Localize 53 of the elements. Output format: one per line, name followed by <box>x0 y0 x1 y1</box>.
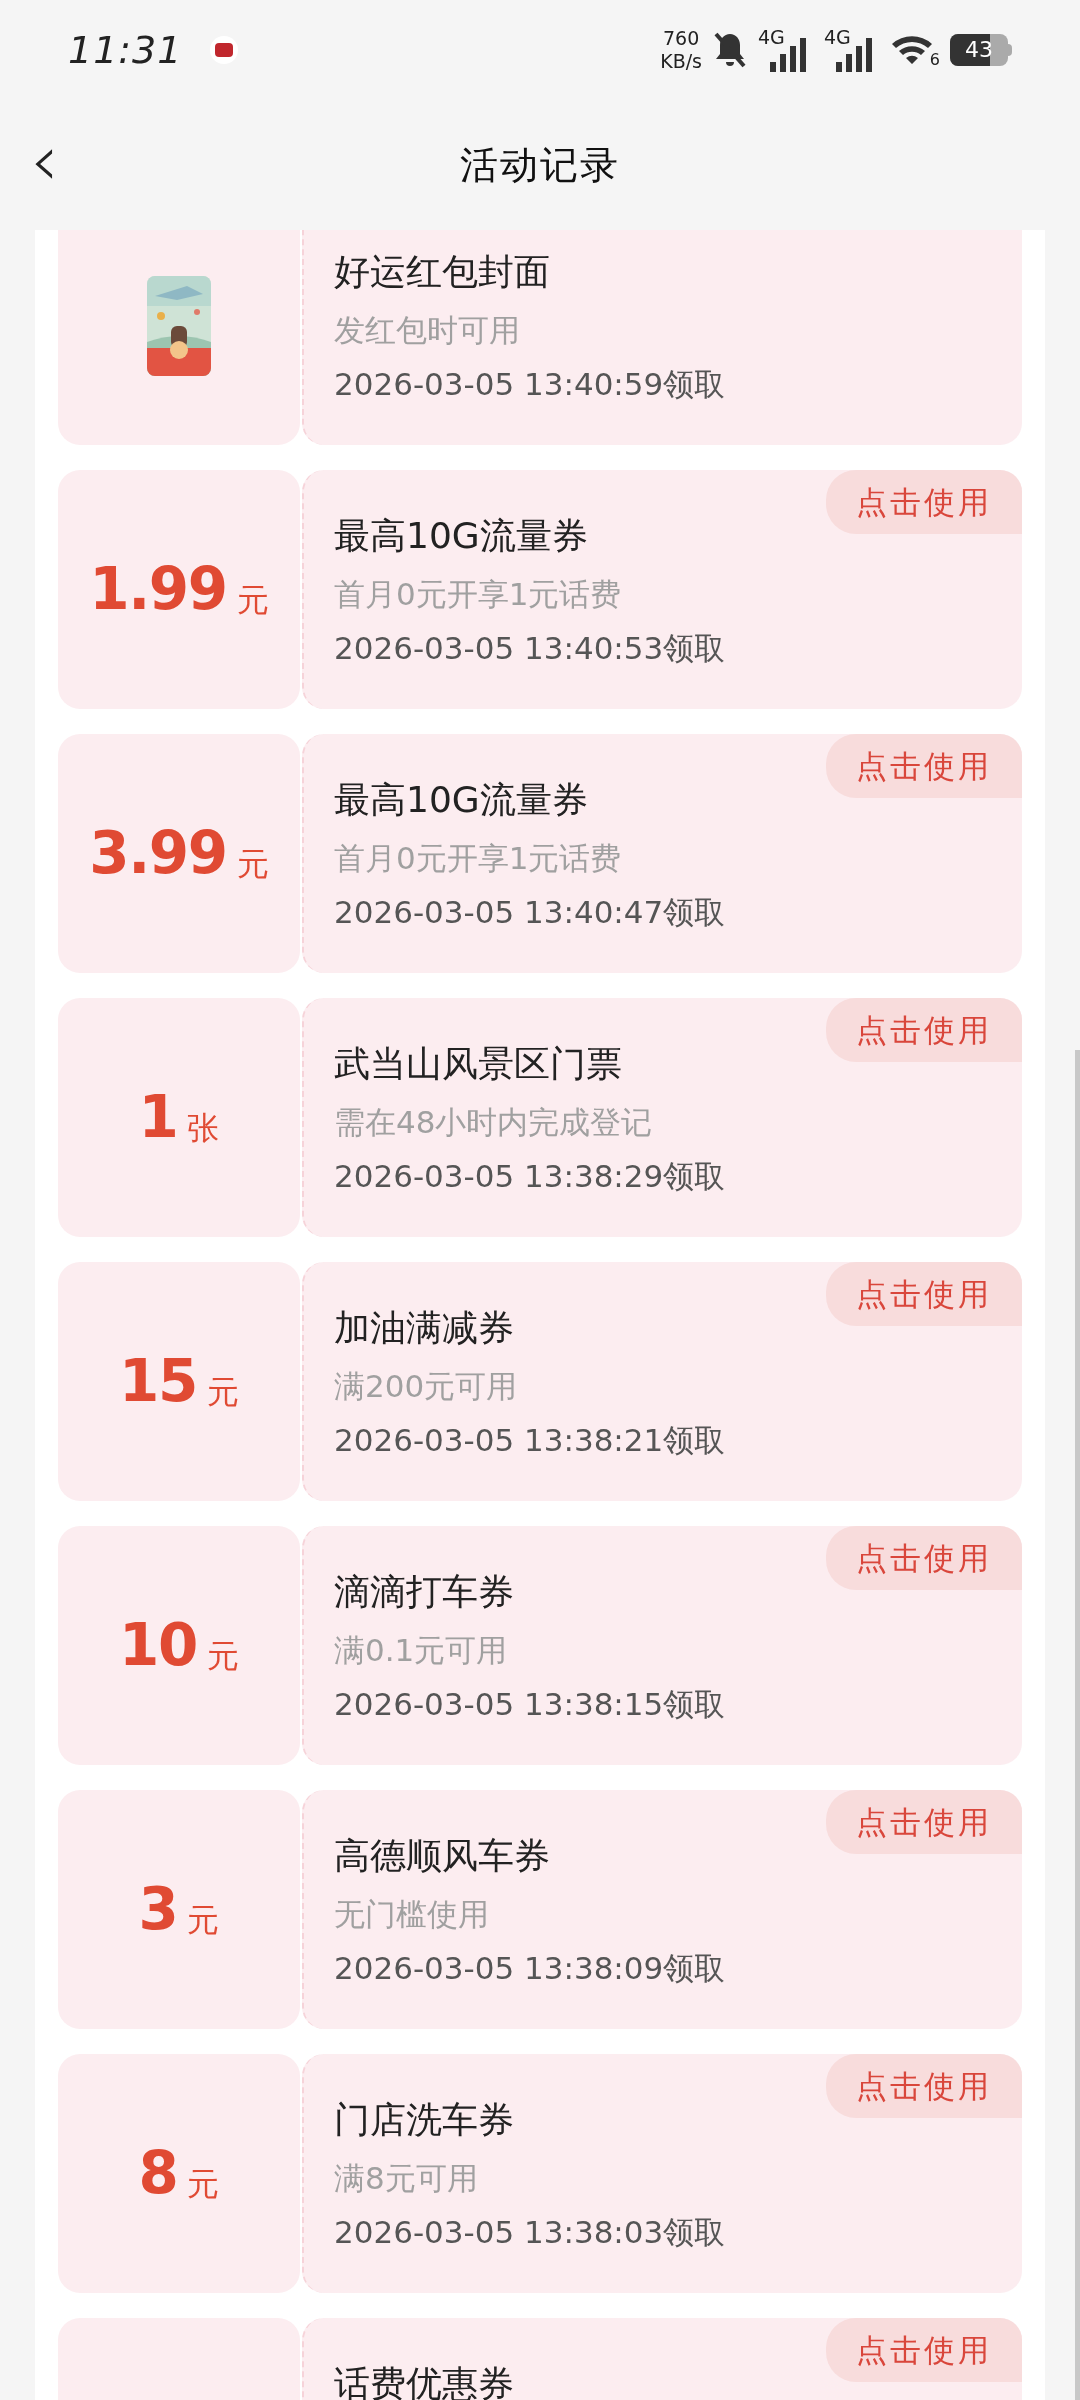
coupon-unit: 元 <box>187 2163 220 2205</box>
coupon-condition: 首月0元开享1元话费 <box>334 839 622 878</box>
coupon-unit: 元 <box>187 1899 220 1941</box>
back-button[interactable]: ‹ <box>30 124 59 196</box>
coupon-unit: 元 <box>236 843 269 885</box>
coupon-condition: 满8元可用 <box>334 2159 478 2198</box>
coupon-amount: 15 <box>119 1346 197 1417</box>
use-button[interactable]: 点击使用 <box>826 2318 1022 2382</box>
network-speed-unit: KB/s <box>660 52 702 71</box>
coupon-amount: 3 <box>138 1874 178 1945</box>
coupon-title: 最高10G流量券 <box>334 514 588 558</box>
claim-time: 2026-03-05 13:40:53领取 <box>334 629 726 668</box>
coupon-amount: 10 <box>119 1610 197 1681</box>
network-speed: 760 <box>662 29 700 48</box>
use-button[interactable]: 点击使用 <box>826 470 1022 534</box>
coupon-title: 最高10G流量券 <box>334 778 588 822</box>
coupon-unit: 元 <box>206 1635 239 1677</box>
claim-time: 2026-03-05 13:38:09领取 <box>334 1949 726 1988</box>
coupon-title: 武当山风景区门票 <box>334 1042 622 1086</box>
use-button[interactable]: 点击使用 <box>826 2054 1022 2118</box>
claim-time: 2026-03-05 13:38:15领取 <box>334 1685 726 1724</box>
coupon-condition: 满200元可用 <box>334 1367 518 1406</box>
status-time: 11:31 <box>68 26 183 74</box>
claim-time: 2026-03-05 13:38:29领取 <box>334 1157 726 1196</box>
coupon-condition: 满0.1元可用 <box>334 1631 508 1670</box>
muted-bell-icon <box>712 30 748 70</box>
claim-time: 2026-03-05 13:38:21领取 <box>334 1421 726 1460</box>
coupon-amount: 1 <box>138 1082 178 1153</box>
coupon-title: 加油满减券 <box>334 1306 514 1350</box>
coupon-title: 门店洗车券 <box>334 2098 514 2142</box>
claim-time: 2026-03-05 13:40:47领取 <box>334 893 726 932</box>
coupon-amount: 8 <box>138 2138 178 2209</box>
coupon-title: 好运红包封面 <box>334 250 550 294</box>
coupon-condition: 发红包时可用 <box>334 311 520 350</box>
use-button[interactable]: 点击使用 <box>826 998 1022 1062</box>
use-button[interactable]: 点击使用 <box>826 1262 1022 1326</box>
use-button[interactable]: 点击使用 <box>826 1790 1022 1854</box>
app-notification-icon <box>210 36 239 64</box>
coupon-unit: 元 <box>236 579 269 621</box>
coupon-condition: 无门槛使用 <box>334 1895 489 1934</box>
claim-time: 2026-03-05 13:40:59领取 <box>334 365 726 404</box>
coupon-condition: 首月0元开享1元话费 <box>334 575 622 614</box>
claim-time: 2026-03-05 13:38:03领取 <box>334 2213 726 2252</box>
coupon-title: 高德顺风车券 <box>334 1834 550 1878</box>
coupon-amount: 1.99 <box>89 554 227 625</box>
coupon-amount: 3.99 <box>89 818 227 889</box>
coupon-unit: 张 <box>187 1107 220 1149</box>
coupon-title: 滴滴打车券 <box>334 1570 514 1614</box>
use-button[interactable]: 点击使用 <box>826 734 1022 798</box>
coupon-condition: 需在48小时内完成登记 <box>334 1103 653 1142</box>
use-button[interactable]: 点击使用 <box>826 1526 1022 1590</box>
page-title: 活动记录 <box>460 141 620 189</box>
coupon-unit: 元 <box>206 1371 239 1413</box>
